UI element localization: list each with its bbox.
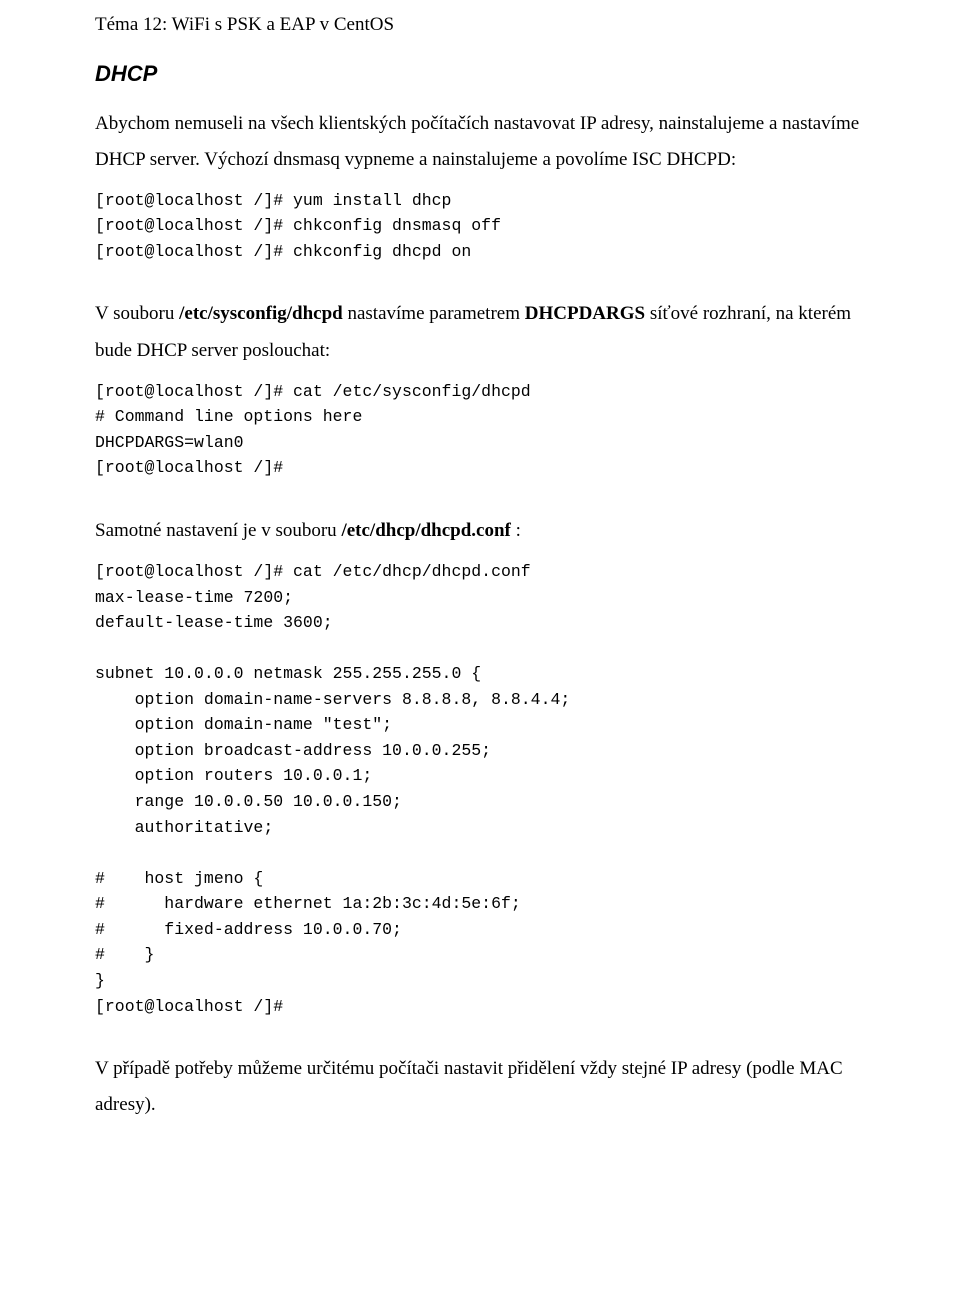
code-block-dhcpdconf: [root@localhost /]# cat /etc/dhcp/dhcpd.… bbox=[95, 559, 865, 1019]
text: V souboru bbox=[95, 303, 179, 324]
text: : bbox=[511, 520, 521, 541]
section-title-dhcp: DHCP bbox=[95, 57, 865, 91]
param-dhcpdargs: DHCPDARGS bbox=[525, 303, 645, 324]
paragraph-sysconfig: V souboru /etc/sysconfig/dhcpd nastavíme… bbox=[95, 296, 865, 368]
path-dhcpd-conf: /etc/dhcp/dhcpd.conf bbox=[341, 520, 510, 541]
page-header: Téma 12: WiFi s PSK a EAP v CentOS bbox=[95, 10, 865, 39]
path-sysconfig-dhcpd: /etc/sysconfig/dhcpd bbox=[179, 303, 343, 324]
paragraph-intro: Abychom nemuseli na všech klientských po… bbox=[95, 106, 865, 178]
text: nastavíme parametrem bbox=[343, 303, 525, 324]
paragraph-dhcpdconf: Samotné nastavení je v souboru /etc/dhcp… bbox=[95, 513, 865, 549]
code-block-install: [root@localhost /]# yum install dhcp [ro… bbox=[95, 188, 865, 265]
paragraph-mac-note: V případě potřeby můžeme určitému počíta… bbox=[95, 1051, 865, 1123]
text: Samotné nastavení je v souboru bbox=[95, 520, 341, 541]
code-block-sysconfig: [root@localhost /]# cat /etc/sysconfig/d… bbox=[95, 379, 865, 481]
